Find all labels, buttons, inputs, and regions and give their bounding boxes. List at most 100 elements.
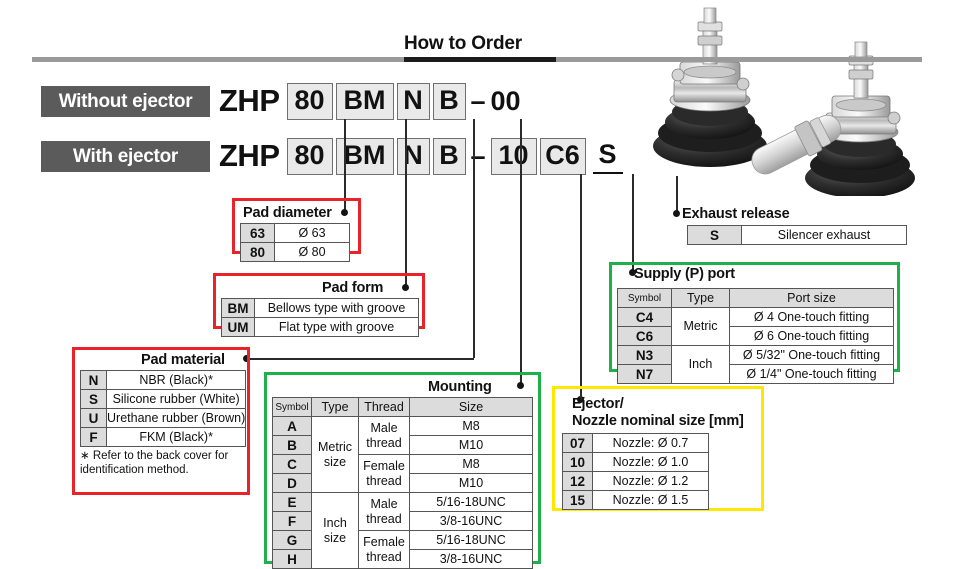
cell-symbol: C <box>272 454 312 474</box>
cell-symbol: C6 <box>617 326 672 346</box>
type-line-1: Inch <box>323 515 347 530</box>
callout-title-pad-material: Pad material <box>141 352 225 368</box>
table-row: S Silicone rubber (White) <box>80 389 247 409</box>
cell-size: M8 <box>409 454 533 474</box>
cell-symbol: F <box>272 511 312 531</box>
cell-symbol: F <box>80 427 107 447</box>
table-header-row: Symbol Type Port size <box>617 288 894 308</box>
cell-type-metric: Metric <box>671 307 730 346</box>
cell-port-size: Ø 5/32" One-touch fitting <box>729 345 894 365</box>
cell-value: Silicone rubber (White) <box>105 389 247 409</box>
callout-title-supply-port: Supply (P) port <box>634 266 735 282</box>
cell-value: Ø 80 <box>274 242 350 262</box>
cell-size: 5/16-18UNC <box>409 530 533 550</box>
pn-code-pad-form[interactable]: BM <box>335 82 394 120</box>
thread-line-1: Female <box>363 458 405 473</box>
pad-material-footnote: ∗ Refer to the back cover for identifica… <box>80 450 229 476</box>
thread-line-1: Female <box>363 534 405 549</box>
thread-line-2: thread <box>366 435 402 450</box>
callout-title-exhaust-release: Exhaust release <box>682 206 790 222</box>
leader-pad-material-v <box>473 119 475 358</box>
callout-title-ejector-line2: Nozzle nominal size [mm] <box>572 413 744 429</box>
cell-symbol: 15 <box>562 490 593 510</box>
thread-line-1: Male <box>370 496 398 511</box>
thread-line-2: thread <box>366 473 402 488</box>
table-row: F FKM (Black)* <box>80 427 247 447</box>
cell-value: Nozzle: Ø 1.0 <box>592 452 709 472</box>
cell-symbol: 07 <box>562 433 593 453</box>
header-port-size: Port size <box>729 288 894 308</box>
pn-prefix: ZHP <box>219 138 280 173</box>
badge-with-ejector: With ejector <box>41 141 210 172</box>
pn-code-mounting[interactable]: B <box>432 82 466 120</box>
table-pad-diameter: 63 Ø 63 80 Ø 80 <box>240 223 350 262</box>
header-type: Type <box>671 288 730 308</box>
cell-symbol: S <box>80 389 107 409</box>
cell-thread-female: Female thread <box>358 454 410 493</box>
cell-symbol: S <box>687 225 742 245</box>
leader-supply-port <box>632 174 634 272</box>
table-row: U Urethane rubber (Brown) <box>80 408 247 428</box>
pn-code-exhaust-release[interactable]: S <box>592 139 623 174</box>
cell-type-inch: Inch size <box>311 492 359 569</box>
table-pad-material: N NBR (Black)* S Silicone rubber (White)… <box>80 370 247 447</box>
table-row: UM Flat type with groove <box>221 317 419 337</box>
table-row: S Silencer exhaust <box>687 225 907 245</box>
callout-title-mounting: Mounting <box>428 379 492 395</box>
cell-symbol: H <box>272 549 312 569</box>
cell-value: Urethane rubber (Brown) <box>105 408 247 428</box>
table-row: 12 Nozzle: Ø 1.2 <box>562 471 709 491</box>
pn-code-pad-diameter[interactable]: 80 <box>286 137 333 175</box>
cell-value: Nozzle: Ø 1.2 <box>592 471 709 491</box>
leader-mounting <box>520 119 522 385</box>
pn-code-pad-material[interactable]: N <box>396 82 430 120</box>
cell-thread-male: Male thread <box>358 492 410 531</box>
pn-code-supply-port[interactable]: C6 <box>539 137 586 175</box>
pn-code-nozzle-size[interactable]: 10 <box>490 137 537 175</box>
thread-line-2: thread <box>366 549 402 564</box>
cell-thread-male: Male thread <box>358 416 410 455</box>
cell-size: 3/8-16UNC <box>409 549 533 569</box>
cell-symbol: UM <box>221 317 255 337</box>
cell-symbol: C4 <box>617 307 672 327</box>
cell-value: NBR (Black)* <box>105 370 247 390</box>
cell-symbol: 80 <box>240 242 275 262</box>
cell-symbol: N7 <box>617 364 672 384</box>
cell-symbol: 12 <box>562 471 593 491</box>
table-pad-form: BM Bellows type with groove UM Flat type… <box>221 298 419 337</box>
part-number-with-ejector: ZHP 80 BM N B – 10 C6 S <box>219 137 623 175</box>
table-row: N7 Ø 1/4" One-touch fitting <box>617 364 894 384</box>
table-exhaust-release: S Silencer exhaust <box>687 225 907 245</box>
pn-code-pad-diameter[interactable]: 80 <box>286 82 333 120</box>
pn-code-mounting[interactable]: B <box>432 137 466 175</box>
leader-pad-form <box>405 119 407 287</box>
table-row: N3 Inch Ø 5/32" One-touch fitting <box>617 345 894 384</box>
part-number-without-ejector: ZHP 80 BM N B – 00 <box>219 82 524 120</box>
cell-symbol: BM <box>221 298 255 318</box>
header-rule-active-segment <box>404 57 556 62</box>
leader-pad-material-h <box>245 358 474 360</box>
table-row: 07 Nozzle: Ø 0.7 <box>562 433 709 453</box>
cell-value: Bellows type with groove <box>254 298 419 318</box>
cell-symbol: 10 <box>562 452 593 472</box>
cell-size: M10 <box>409 473 533 493</box>
cell-symbol: N3 <box>617 345 672 365</box>
cell-value: Flat type with groove <box>254 317 419 337</box>
table-row: 63 Ø 63 <box>240 223 350 243</box>
cell-symbol: 63 <box>240 223 275 243</box>
pn-code-no-ejector: 00 <box>490 85 521 116</box>
table-supply-port: Symbol Type Port size C4 Metric Ø 4 One-… <box>617 288 894 384</box>
type-line-2: size <box>323 454 347 469</box>
cell-type-metric: Metric size <box>311 416 359 493</box>
cell-size: 3/8-16UNC <box>409 511 533 531</box>
header-thread: Thread <box>358 397 410 417</box>
cell-value: Nozzle: Ø 1.5 <box>592 490 709 510</box>
table-row: BM Bellows type with groove <box>221 298 419 318</box>
cell-symbol: N <box>80 370 107 390</box>
cell-size: M8 <box>409 416 533 436</box>
pn-code-pad-material[interactable]: N <box>396 137 430 175</box>
table-row: C4 Metric Ø 4 One-touch fitting <box>617 307 894 346</box>
header-size: Size <box>409 397 533 417</box>
cell-symbol: G <box>272 530 312 550</box>
table-row: 80 Ø 80 <box>240 242 350 262</box>
